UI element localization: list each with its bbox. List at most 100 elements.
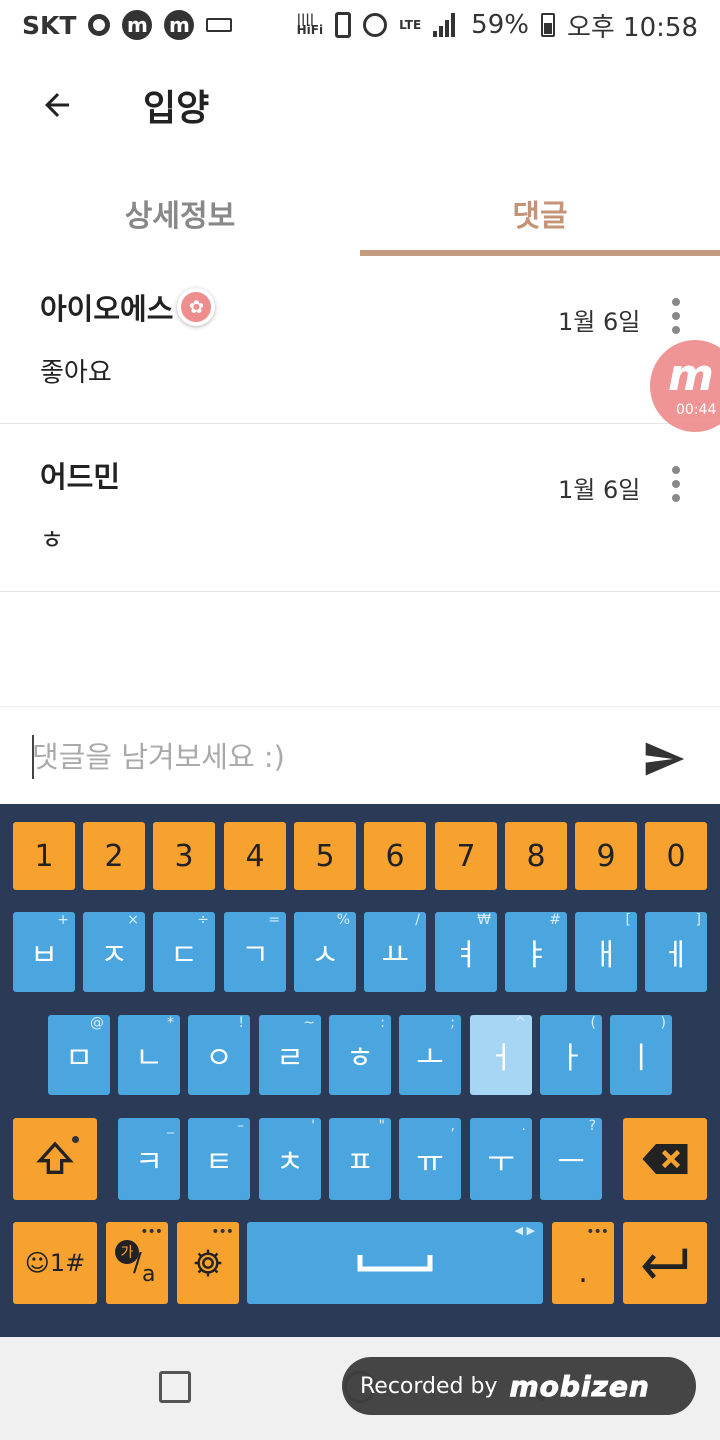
- comment-input[interactable]: [32, 729, 612, 785]
- key-letter[interactable]: .ㅜ: [470, 1118, 532, 1200]
- recording-watermark: Recorded by mobizen: [342, 1357, 696, 1415]
- recorder-logo: m: [668, 350, 714, 401]
- key-5[interactable]: 5: [294, 822, 356, 890]
- key-label: ㅛ: [381, 938, 409, 973]
- key-letter-pressed[interactable]: ^ ㅓ: [470, 1015, 532, 1095]
- key-sub-symbol: !: [238, 1015, 244, 1031]
- space-key[interactable]: ◀ ▶: [247, 1222, 543, 1304]
- key-label: ㅁ: [65, 1041, 93, 1076]
- space-bar-icon: [357, 1255, 433, 1272]
- key-label: ㅎ: [346, 1041, 374, 1076]
- key-label: ㅌ: [205, 1145, 233, 1180]
- more-options-icon[interactable]: [668, 298, 684, 334]
- symbols-key[interactable]: ☺1#: [13, 1222, 97, 1304]
- key-letter[interactable]: _ ㅋ: [118, 1118, 180, 1200]
- key-letter[interactable]: = ㄱ: [224, 912, 286, 992]
- key-4[interactable]: 4: [224, 822, 286, 890]
- key-3[interactable]: 3: [153, 822, 215, 890]
- key-letter[interactable]: @ ㅁ: [48, 1015, 110, 1095]
- key-1[interactable]: 1: [13, 822, 75, 890]
- key-letter[interactable]: × ㅈ: [83, 912, 145, 992]
- comment-author: 아이오에스: [40, 292, 174, 326]
- key-sub-symbol: /: [415, 912, 420, 928]
- key-0[interactable]: 0: [645, 822, 707, 890]
- key-label: ㅏ: [557, 1041, 585, 1076]
- cursor-arrows-icon: ◀ ▶: [514, 1224, 535, 1237]
- backspace-key[interactable]: [623, 1118, 707, 1200]
- key-7[interactable]: 7: [435, 822, 497, 890]
- paw-icon: ✿: [177, 288, 216, 326]
- comment-text: 좋아요: [40, 358, 112, 388]
- key-sub-symbol: ×: [127, 912, 139, 928]
- tab-comments[interactable]: 댓글: [360, 170, 720, 256]
- key-letter[interactable]: ! ㅇ: [188, 1015, 250, 1095]
- key-label: ㄱ: [241, 938, 269, 973]
- recent-apps-icon[interactable]: [159, 1371, 191, 1403]
- shift-key[interactable]: [13, 1118, 97, 1200]
- battery-percent: 59%: [471, 10, 529, 40]
- comment-date: 1월 6일: [558, 476, 641, 504]
- key-2[interactable]: 2: [83, 822, 145, 890]
- comment-date: 1월 6일: [558, 308, 641, 336]
- tab-details[interactable]: 상세정보: [0, 170, 360, 256]
- key-label: ㅇ: [205, 1041, 233, 1076]
- key-letter[interactable]: ÷ ㄷ: [153, 912, 215, 992]
- keyboard-icon: [206, 18, 233, 32]
- key-sub-symbol: –: [237, 1118, 244, 1134]
- key-9[interactable]: 9: [575, 822, 637, 890]
- key-6[interactable]: 6: [364, 822, 426, 890]
- key-sub-symbol: @: [90, 1015, 104, 1031]
- key-label: ㅅ: [311, 938, 339, 973]
- comment-author: 어드민: [40, 460, 121, 494]
- key-8[interactable]: 8: [505, 822, 567, 890]
- key-letter[interactable]: " ㅍ: [329, 1118, 391, 1200]
- key-letter[interactable]: / ㅛ: [364, 912, 426, 992]
- key-label: ㅈ: [100, 938, 128, 973]
- key-letter[interactable]: ; ㅗ: [399, 1015, 461, 1095]
- lte-icon: LTE: [399, 17, 422, 32]
- send-icon[interactable]: [640, 737, 688, 781]
- key-letter[interactable]: – ㅌ: [188, 1118, 250, 1200]
- period-key[interactable]: ••• .: [552, 1222, 614, 1304]
- key-letter[interactable]: ₩ ㅕ: [435, 912, 497, 992]
- key-letter[interactable]: * ㄴ: [118, 1015, 180, 1095]
- key-sub-symbol: ,: [450, 1118, 455, 1134]
- key-label: ㅐ: [592, 938, 620, 973]
- hifi-icon: |||| HiFi: [296, 12, 324, 37]
- key-letter[interactable]: ~ ㄹ: [259, 1015, 321, 1095]
- key-sub-symbol: .: [521, 1118, 526, 1134]
- language-key[interactable]: ••• 가 / a: [106, 1222, 168, 1304]
- key-label: ㅕ: [452, 938, 480, 973]
- back-button[interactable]: [27, 75, 87, 135]
- ring-icon: [88, 14, 111, 36]
- key-letter[interactable]: ) ㅣ: [610, 1015, 672, 1095]
- recorder-elapsed: 00:44: [676, 402, 717, 418]
- settings-key[interactable]: •••: [177, 1222, 239, 1304]
- key-sub-symbol: ^: [514, 1015, 526, 1031]
- key-letter[interactable]: ' ㅊ: [259, 1118, 321, 1200]
- key-letter[interactable]: ? ㅡ: [540, 1118, 602, 1200]
- key-sub-symbol: +: [57, 912, 69, 928]
- key-letter[interactable]: % ㅅ: [294, 912, 356, 992]
- key-sub-symbol: %: [336, 912, 350, 928]
- key-letter[interactable]: :ㅎ: [329, 1015, 391, 1095]
- enter-key[interactable]: [623, 1222, 707, 1304]
- more-options-icon[interactable]: [668, 466, 684, 502]
- page-title: 입양: [143, 88, 210, 129]
- key-label: ㅡ: [557, 1145, 585, 1180]
- key-letter[interactable]: [ㅐ: [575, 912, 637, 992]
- key-sub-symbol: ?: [588, 1118, 596, 1134]
- key-sub-symbol: ": [378, 1118, 385, 1134]
- tab-bar: 상세정보 댓글: [0, 170, 720, 256]
- signal-icon: [433, 13, 459, 37]
- alarm-icon: [363, 13, 388, 37]
- key-sub-symbol: _: [167, 1118, 174, 1134]
- key-sub-symbol: ': [311, 1118, 315, 1134]
- key-letter[interactable]: # ㅑ: [505, 912, 567, 992]
- key-letter[interactable]: ,ㅠ: [399, 1118, 461, 1200]
- vibrate-icon: [335, 12, 352, 38]
- key-letter[interactable]: + ㅂ: [13, 912, 75, 992]
- more-dots: •••: [211, 1224, 234, 1240]
- key-letter[interactable]: (ㅏ: [540, 1015, 602, 1095]
- key-letter[interactable]: ] ㅔ: [645, 912, 707, 992]
